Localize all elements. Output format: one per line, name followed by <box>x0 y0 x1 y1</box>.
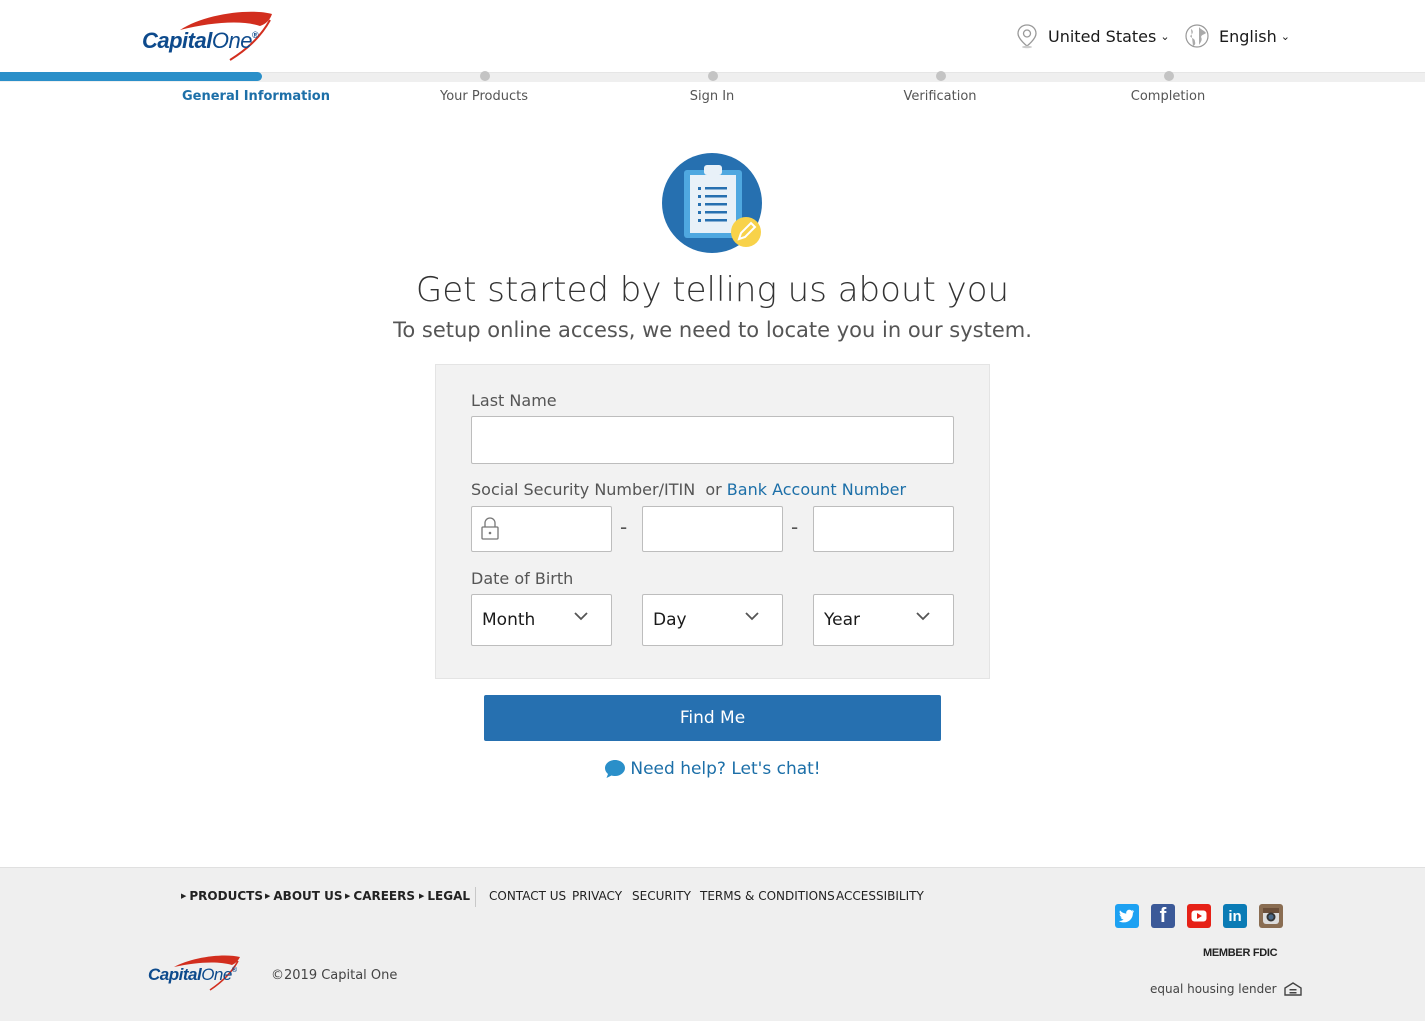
last-name-label: Last Name <box>471 391 557 410</box>
ssn-dash: - <box>620 515 628 539</box>
day-select-value: Day <box>653 610 687 630</box>
year-select[interactable]: Year <box>813 594 954 646</box>
chevron-down-icon <box>916 612 930 621</box>
bank-account-number-link[interactable]: Bank Account Number <box>727 480 906 499</box>
facebook-icon[interactable]: f <box>1151 904 1175 928</box>
footer-link-accessibility[interactable]: ACCESSIBILITY <box>836 889 924 903</box>
chat-bubble-icon[interactable] <box>604 759 626 779</box>
footer-link-careers[interactable]: ▶ CAREERS <box>345 889 415 903</box>
capital-one-logo[interactable]: CapitalOne® <box>142 10 284 62</box>
progress-fill <box>0 72 262 81</box>
footer-link-legal[interactable]: ▶ LEGAL <box>419 889 470 903</box>
footer-link-products[interactable]: ▶ PRODUCTS <box>181 889 263 903</box>
chat-link[interactable]: Need help? Let's chat! <box>630 759 820 779</box>
step-verification: Verification <box>903 89 977 104</box>
member-fdic: MEMBER FDIC <box>1203 947 1278 959</box>
day-select[interactable]: Day <box>642 594 783 646</box>
triangle-right-icon: ▶ <box>419 892 425 900</box>
page-title: Get started by telling us about you <box>415 270 1010 310</box>
month-select[interactable]: Month <box>471 594 612 646</box>
triangle-right-icon: ▶ <box>181 892 187 900</box>
find-me-button[interactable]: Find Me <box>484 695 941 741</box>
equal-housing-lender: equal housing lender <box>1150 982 1302 996</box>
step-your-products: Your Products <box>439 89 529 104</box>
copyright: ©2019 Capital One <box>271 968 398 983</box>
instagram-icon[interactable] <box>1259 904 1283 928</box>
year-select-value: Year <box>824 610 860 630</box>
step-completion: Completion <box>1130 89 1206 104</box>
clipboard-icon <box>662 153 762 253</box>
footer-link-terms[interactable]: TERMS & CONDITIONS <box>700 889 835 903</box>
ssn-label: Social Security Number/ITIN or Bank Acco… <box>471 480 907 499</box>
ehl-text: equal housing lender <box>1150 982 1277 996</box>
chevron-down-icon <box>574 612 588 621</box>
language-label: English <box>1219 26 1277 46</box>
page-subtitle: To setup online access, we need to locat… <box>393 318 1032 342</box>
footer-link-privacy[interactable]: PRIVACY <box>572 889 622 903</box>
date-of-birth-label: Date of Birth <box>471 569 574 588</box>
footer-link-contact-us[interactable]: CONTACT US <box>489 889 566 903</box>
footer-divider <box>475 887 476 907</box>
equal-housing-icon <box>1283 982 1302 996</box>
youtube-icon[interactable] <box>1187 904 1211 928</box>
triangle-right-icon: ▶ <box>345 892 351 900</box>
footer-link-security[interactable]: SECURITY <box>632 889 691 903</box>
month-select-value: Month <box>482 610 536 630</box>
country-selector[interactable]: United States ⌄ <box>1016 22 1170 50</box>
ssn-dash: - <box>791 515 799 539</box>
ssn-part-1-input[interactable] <box>471 506 612 552</box>
chat-help: Need help? Let's chat! <box>0 759 1425 779</box>
chevron-down-icon <box>745 612 759 621</box>
chevron-down-icon: ⌄ <box>1160 29 1170 43</box>
footer-link-about-us[interactable]: ▶ ABOUT US <box>265 889 343 903</box>
ssn-part-3-input[interactable] <box>813 506 954 552</box>
triangle-right-icon: ▶ <box>265 892 271 900</box>
location-pin-icon <box>1017 24 1037 49</box>
twitter-icon[interactable] <box>1115 904 1139 928</box>
ssn-part-2-input[interactable] <box>642 506 783 552</box>
header: CapitalOne® United States ⌄ English ⌄ <box>0 0 1425 70</box>
step-dot <box>708 71 718 81</box>
step-dot <box>936 71 946 81</box>
linkedin-icon[interactable]: in <box>1223 904 1247 928</box>
chevron-down-icon: ⌄ <box>1280 29 1290 43</box>
country-label: United States <box>1048 26 1157 46</box>
last-name-input[interactable] <box>471 416 954 464</box>
lock-icon <box>481 517 499 540</box>
step-dot <box>480 71 490 81</box>
logo-text: CapitalOne® <box>142 28 259 53</box>
step-sign-in: Sign In <box>689 89 735 104</box>
step-general-information: General Information <box>182 89 330 104</box>
step-dot <box>1164 71 1174 81</box>
globe-icon <box>1185 24 1209 48</box>
language-selector[interactable]: English ⌄ <box>1185 22 1290 50</box>
footer-logo-text: CapitalOne® <box>148 965 237 984</box>
